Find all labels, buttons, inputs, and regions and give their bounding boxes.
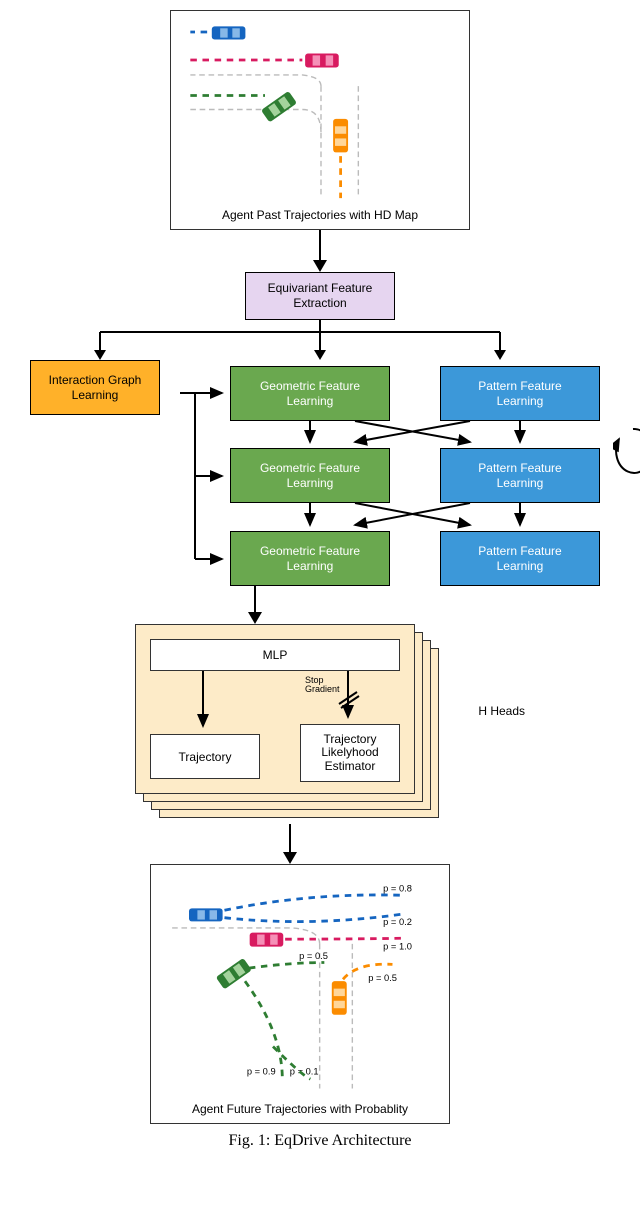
orange-car-icon: [333, 119, 348, 153]
top-panel-label: Agent Past Trajectories with HD Map: [181, 208, 459, 222]
pink-car-icon: [250, 933, 284, 947]
trajectory-output-box: Trajectory: [150, 734, 260, 779]
trajectory-likelihood-estimator-box: Trajectory Likelyhood Estimator: [300, 724, 400, 782]
geometric-feature-learning-box-1: Geometric Feature Learning: [230, 366, 390, 421]
arrow-head-icon: [313, 260, 327, 272]
pattern-feature-learning-box-3: Pattern Feature Learning: [440, 531, 600, 586]
bottom-panel-label: Agent Future Trajectories with Probablit…: [161, 1102, 439, 1116]
prob-label-blue-a: p = 0.8: [383, 884, 412, 894]
prob-label-green-b: p = 0.9: [247, 1067, 276, 1077]
arrow-head-icon: [248, 612, 262, 624]
arrow-line: [289, 824, 291, 852]
prob-label-green-a: p = 0.5: [299, 951, 328, 961]
equivariant-feature-extraction-box: Equivariant Feature Extraction: [245, 272, 395, 320]
green-car-icon: [261, 91, 297, 123]
mlp-heads-panel: MLP Trajectory Trajectory Likelyhood Est…: [135, 624, 455, 824]
future-trajectory-scene: p = 0.8 p = 0.2 p = 1.0 p = 0.5 p = 0.9: [161, 871, 441, 1096]
pink-car-icon: [305, 54, 339, 68]
mlp-box: MLP: [150, 639, 400, 671]
top-scene-panel: Agent Past Trajectories with HD Map: [170, 10, 470, 230]
pattern-feature-learning-box-2: Pattern Feature Learning: [440, 448, 600, 503]
bottom-scene-panel: p = 0.8 p = 0.2 p = 1.0 p = 0.5 p = 0.9: [150, 864, 450, 1124]
prob-label-pink: p = 1.0: [383, 941, 412, 951]
arrow-head-icon: [283, 852, 297, 864]
h-heads-label: H Heads: [478, 704, 525, 718]
geometric-feature-learning-box-2: Geometric Feature Learning: [230, 448, 390, 503]
pattern-feature-learning-box-1: Pattern Feature Learning: [440, 366, 600, 421]
blue-car-icon: [189, 908, 223, 921]
figure-caption: Fig. 1: EqDrive Architecture: [228, 1132, 411, 1150]
prob-label-orange: p = 0.5: [368, 973, 397, 983]
arrow-line: [319, 230, 321, 260]
blue-car-icon: [212, 26, 246, 39]
arrow-line: [254, 584, 256, 612]
repeat-loop-icon: [613, 421, 640, 481]
interaction-graph-learning-box: Interaction Graph Learning: [30, 360, 160, 415]
fanout-connectors: [40, 320, 600, 360]
orange-car-icon: [332, 981, 347, 1015]
feature-learning-column-area: Geometric Feature Learning Geometric Fea…: [180, 366, 610, 586]
prob-label-blue-b: p = 0.2: [383, 917, 412, 927]
geometric-feature-learning-box-3: Geometric Feature Learning: [230, 531, 390, 586]
stop-gradient-label: Stop Gradient: [305, 676, 340, 694]
past-trajectory-scene: [181, 17, 461, 202]
